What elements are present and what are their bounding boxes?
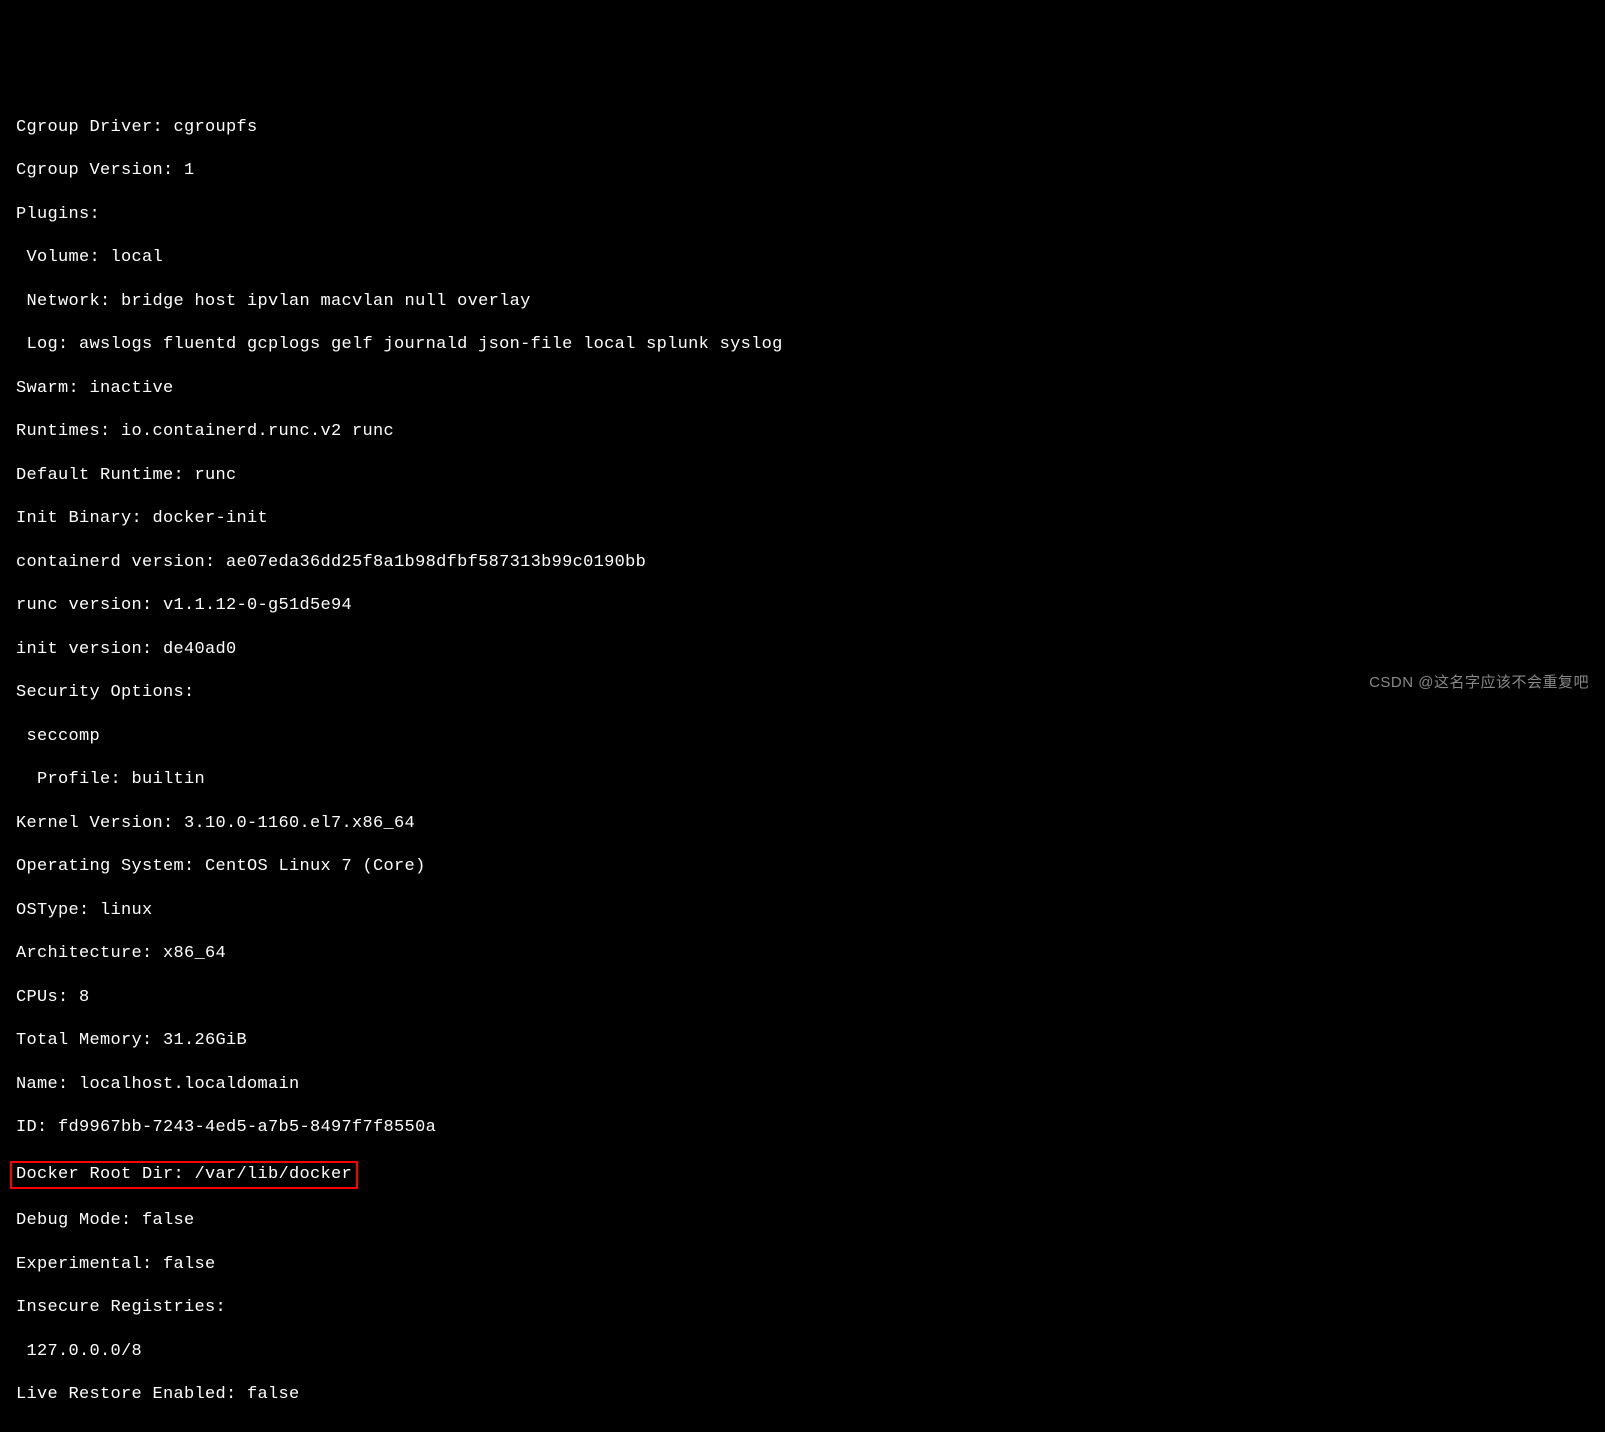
output-line: OSType: linux	[16, 900, 1589, 922]
output-line: Swarm: inactive	[16, 378, 1589, 400]
highlighted-docker-root-dir: Docker Root Dir: /var/lib/docker	[10, 1161, 358, 1189]
output-line: Name: localhost.localdomain	[16, 1074, 1589, 1096]
output-line: Total Memory: 31.26GiB	[16, 1030, 1589, 1052]
output-line: Profile: builtin	[16, 769, 1589, 791]
output-line: containerd version: ae07eda36dd25f8a1b98…	[16, 552, 1589, 574]
output-line: 127.0.0.0/8	[16, 1341, 1589, 1363]
output-line: Debug Mode: false	[16, 1210, 1589, 1232]
output-line: Cgroup Version: 1	[16, 160, 1589, 182]
output-line: Kernel Version: 3.10.0-1160.el7.x86_64	[16, 813, 1589, 835]
output-line: ID: fd9967bb-7243-4ed5-a7b5-8497f7f8550a	[16, 1117, 1589, 1139]
output-line: Security Options:	[16, 682, 1589, 704]
output-line: Architecture: x86_64	[16, 943, 1589, 965]
output-line: Default Runtime: runc	[16, 465, 1589, 487]
output-line: Network: bridge host ipvlan macvlan null…	[16, 291, 1589, 313]
output-line: Insecure Registries:	[16, 1297, 1589, 1319]
output-line: Log: awslogs fluentd gcplogs gelf journa…	[16, 334, 1589, 356]
output-line: Runtimes: io.containerd.runc.v2 runc	[16, 421, 1589, 443]
output-line: Cgroup Driver: cgroupfs	[16, 117, 1589, 139]
output-line: runc version: v1.1.12-0-g51d5e94	[16, 595, 1589, 617]
output-line: Experimental: false	[16, 1254, 1589, 1276]
output-line: Init Binary: docker-init	[16, 508, 1589, 530]
output-line: Volume: local	[16, 247, 1589, 269]
csdn-watermark: CSDN @这名字应该不会重复吧	[1369, 673, 1589, 692]
output-line: Plugins:	[16, 204, 1589, 226]
terminal-output[interactable]: Cgroup Driver: cgroupfs Cgroup Version: …	[16, 95, 1589, 1432]
output-line: init version: de40ad0	[16, 639, 1589, 661]
output-line: Live Restore Enabled: false	[16, 1384, 1589, 1406]
output-line: seccomp	[16, 726, 1589, 748]
output-line: Operating System: CentOS Linux 7 (Core)	[16, 856, 1589, 878]
output-line: CPUs: 8	[16, 987, 1589, 1009]
